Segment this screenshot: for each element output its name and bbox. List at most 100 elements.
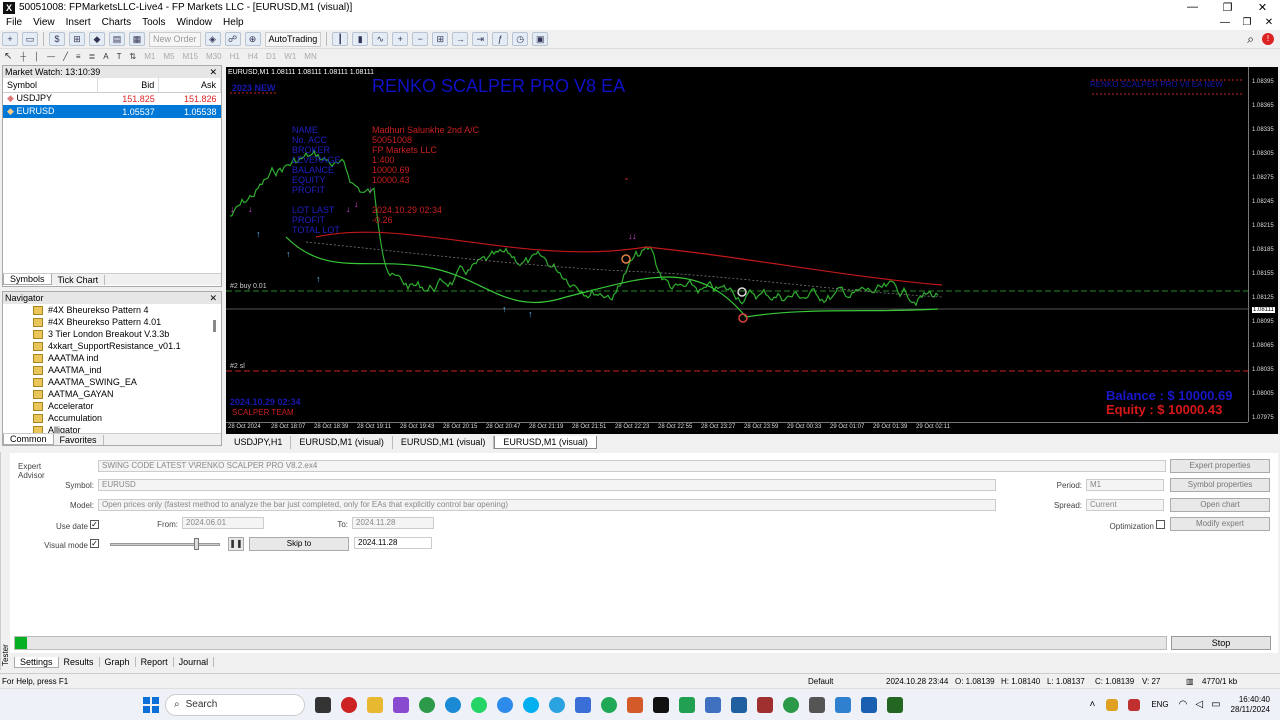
expert-advisor-select[interactable]: SWING CODE LATEST V\RENKO SCALPER PRO V8… [98, 460, 1166, 472]
terminal-icon[interactable]: ▤ [109, 32, 125, 46]
menu-insert[interactable]: Insert [60, 17, 96, 28]
profiles-icon[interactable]: ▭ [22, 32, 38, 46]
list-item[interactable]: AATMA_GAYAN [33, 388, 221, 400]
app-icon[interactable] [705, 696, 721, 713]
whatsapp-icon[interactable] [601, 696, 617, 713]
menu-tools[interactable]: Tools [136, 17, 170, 28]
list-item[interactable]: #4X Bheurekso Pattern 4.01 [33, 316, 221, 328]
tab-tick-chart[interactable]: Tick Chart [52, 274, 106, 285]
autotrading-button[interactable]: AutoTrading [264, 31, 322, 47]
maximize-icon[interactable]: ❐ [1210, 1, 1245, 14]
visual-mode-checkbox[interactable]: ✓ [90, 539, 99, 548]
model-select[interactable]: Open prices only (fastest method to anal… [98, 499, 996, 511]
list-item[interactable]: AAATMA_ind [33, 364, 221, 376]
tile-icon[interactable]: ⊞ [432, 32, 449, 46]
market-icon[interactable]: ⊕ [244, 32, 261, 46]
skip-to-button[interactable]: Skip to [249, 537, 349, 551]
tray-app-icon[interactable] [1106, 698, 1119, 711]
to-date-field[interactable]: 2024.11.28 [352, 517, 434, 529]
col-symbol[interactable]: Symbol [3, 78, 98, 93]
list-item[interactable]: Accelerator [33, 400, 221, 412]
app-icon[interactable] [887, 696, 903, 713]
templates-icon[interactable]: ▣ [532, 32, 549, 46]
tf-m15[interactable]: M15 [182, 52, 198, 61]
pause-button[interactable]: ❚❚ [228, 537, 244, 551]
bar-chart-icon[interactable]: ┃ [332, 32, 349, 46]
volume-icon[interactable]: ◁ [1195, 699, 1203, 710]
tf-m1[interactable]: M1 [144, 52, 155, 61]
app-icon[interactable] [393, 696, 409, 713]
min-child-icon[interactable]: — [1214, 17, 1236, 28]
list-item[interactable]: Accumulation [33, 412, 221, 424]
close-icon[interactable]: ✕ [209, 66, 221, 78]
list-item[interactable]: 3 Tier London Breakout V.3.3b [33, 328, 221, 340]
label-icon[interactable]: T [117, 52, 122, 61]
cursor-icon[interactable]: ↖ [4, 51, 12, 62]
list-item[interactable]: AAATMA ind [33, 352, 221, 364]
app-icon[interactable] [783, 696, 799, 713]
tf-h4[interactable]: H4 [248, 52, 258, 61]
fibonacci-icon[interactable]: ≣ [89, 52, 96, 61]
files-icon[interactable] [367, 696, 383, 713]
tf-d1[interactable]: D1 [266, 52, 276, 61]
wifi-icon[interactable]: ◠ [1179, 699, 1188, 710]
app-icon[interactable] [627, 696, 643, 713]
tray-app-icon[interactable] [1128, 698, 1141, 711]
menu-charts[interactable]: Charts [96, 17, 136, 28]
list-item[interactable]: AAATMA_SWING_EA [33, 376, 221, 388]
app-icon[interactable] [861, 696, 877, 713]
market-watch-icon[interactable]: $ [49, 32, 65, 46]
candlestick-icon[interactable]: ▮ [352, 32, 369, 46]
app-icon[interactable] [679, 696, 695, 713]
crosshair-icon[interactable]: ┼ [20, 52, 26, 61]
line-chart-icon[interactable]: ∿ [372, 32, 389, 46]
task-view-icon[interactable] [315, 696, 331, 713]
chart-shift-icon[interactable]: ⇥ [472, 32, 489, 46]
taskbar-search[interactable]: ⌕ Search [165, 693, 305, 716]
periods-icon[interactable]: ◷ [512, 32, 529, 46]
clock[interactable]: 16:40:40 28/11/2024 [1231, 695, 1270, 715]
chrome-icon[interactable] [419, 696, 435, 713]
speed-slider[interactable] [110, 543, 220, 546]
tab-chart-eurusd[interactable]: EURUSD,M1 (visual) [393, 436, 495, 449]
app-icon[interactable] [575, 696, 591, 713]
arrows-icon[interactable]: ⇅ [130, 52, 137, 61]
chart-canvas[interactable]: ↓ ↓ ↓ ↓↓↓ ↓↑↑↑↑ ↑ [226, 67, 1278, 434]
list-item[interactable]: #4X Bheurekso Pattern 4 [33, 304, 221, 316]
optimization-checkbox[interactable] [1156, 520, 1165, 529]
menu-file[interactable]: File [0, 17, 27, 28]
spread-select[interactable]: Current [1086, 499, 1164, 511]
mt4-icon[interactable] [653, 696, 669, 713]
close-icon[interactable]: ✕ [1245, 1, 1280, 14]
equidistant-icon[interactable]: ≡ [76, 52, 81, 61]
battery-icon[interactable]: ▭ [1211, 699, 1220, 710]
app-icon[interactable] [731, 696, 747, 713]
navigator-icon[interactable]: ◆ [89, 32, 105, 46]
tf-m5[interactable]: M5 [163, 52, 174, 61]
signals-icon[interactable]: ☍ [224, 32, 241, 46]
from-date-field[interactable]: 2024.06.01 [182, 517, 264, 529]
app-icon[interactable] [757, 696, 773, 713]
speed-slider-thumb[interactable] [194, 538, 199, 550]
tester-icon[interactable]: ▦ [129, 32, 145, 46]
alert-icon[interactable]: ! [1262, 33, 1274, 45]
use-date-checkbox[interactable]: ✓ [90, 520, 99, 529]
windows-start-icon[interactable] [143, 696, 159, 713]
tab-report[interactable]: Report [136, 657, 174, 667]
tf-w1[interactable]: W1 [284, 52, 296, 61]
table-row[interactable]: ◆ USDJPY 151.825 151.826 [3, 92, 221, 105]
tab-common[interactable]: Common [3, 434, 54, 445]
tab-chart-usdjpy[interactable]: USDJPY,H1 [226, 436, 292, 449]
tf-mn[interactable]: MN [304, 52, 316, 61]
app-icon[interactable] [835, 696, 851, 713]
horizontal-line-icon[interactable]: — [47, 52, 55, 61]
zoom-out-icon[interactable]: − [412, 32, 429, 46]
skype-icon[interactable] [523, 696, 539, 713]
chat-icon[interactable] [497, 696, 513, 713]
period-select[interactable]: M1 [1086, 479, 1164, 491]
stop-button[interactable]: Stop [1171, 636, 1271, 650]
search-icon[interactable]: ⌕ [1247, 32, 1254, 47]
text-icon[interactable]: A [103, 52, 108, 61]
expert-properties-button[interactable]: Expert properties [1170, 459, 1270, 473]
table-row[interactable]: ◆ EURUSD 1.05537 1.05538 [3, 105, 221, 118]
